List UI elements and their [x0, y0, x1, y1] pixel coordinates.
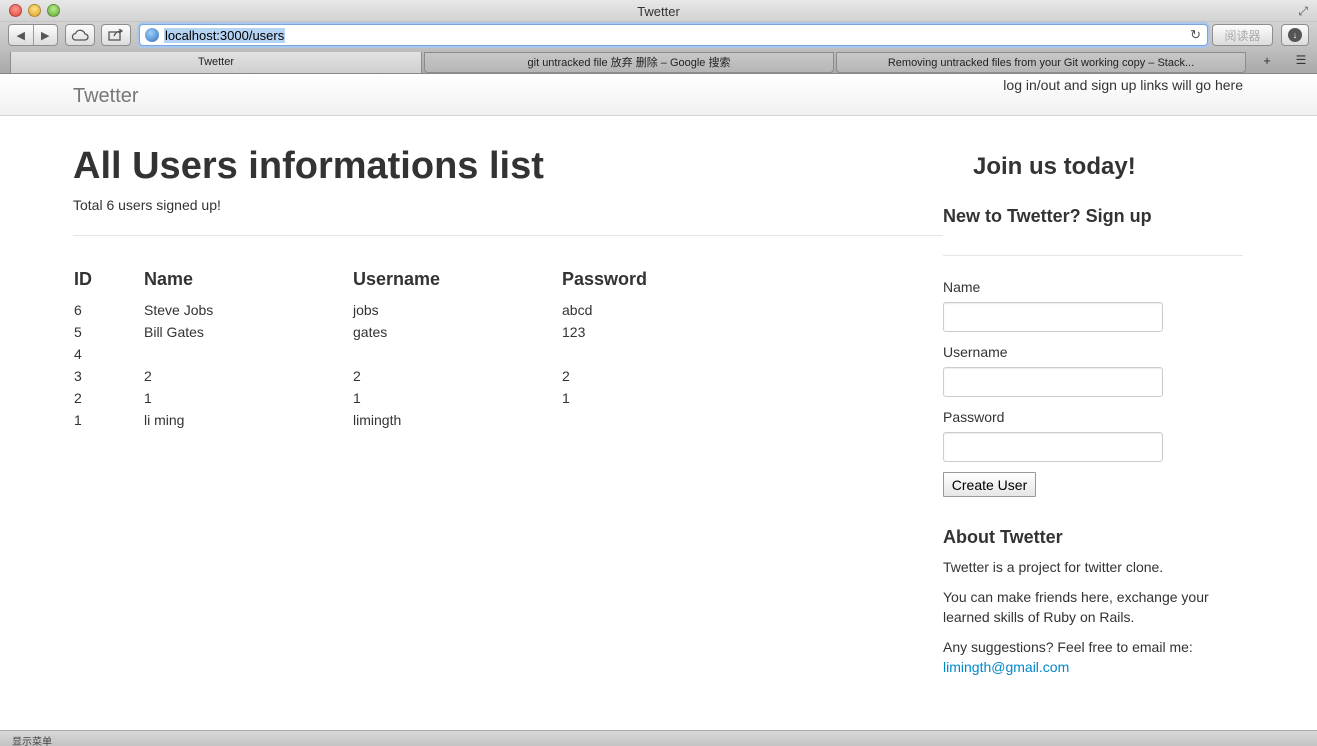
- column-header-name: Name: [144, 269, 194, 289]
- status-bar: 显示菜单: [0, 730, 1317, 746]
- column-header-id: ID: [74, 269, 92, 289]
- cell-id: 1: [74, 412, 82, 428]
- tab-list-icon[interactable]: ☰: [1288, 53, 1314, 72]
- reload-icon[interactable]: ↻: [1190, 27, 1201, 43]
- cloud-icon: [71, 29, 89, 41]
- share-button[interactable]: [101, 24, 131, 46]
- cell-password: abcd: [562, 302, 593, 318]
- cell-name: li ming: [144, 412, 185, 428]
- reader-button[interactable]: 阅读器: [1212, 24, 1273, 46]
- about-paragraph: You can make friends here, exchange your…: [943, 589, 1209, 625]
- cell-username: 2: [353, 368, 361, 384]
- browser-toolbar: ◀ ▶ localhost:3000/users ↻ 阅读器 ↓: [0, 22, 1317, 51]
- cell-id: 3: [74, 368, 82, 384]
- password-field[interactable]: [943, 432, 1163, 462]
- window-title: Twetter: [637, 4, 680, 19]
- tab-bar: Twetter git untracked file 放弃 删除 – Googl…: [0, 51, 1317, 74]
- new-tab-button[interactable]: +: [1254, 53, 1280, 72]
- url-text[interactable]: localhost:3000/users: [164, 28, 286, 43]
- download-icon: ↓: [1288, 28, 1302, 42]
- divider: [73, 235, 943, 236]
- nav-links-text: log in/out and sign up links will go her…: [1003, 77, 1243, 93]
- password-label: Password: [943, 409, 1005, 425]
- icloud-tabs-button[interactable]: [65, 24, 95, 46]
- cell-name: 2: [144, 368, 152, 384]
- brand-link[interactable]: Twetter: [73, 85, 139, 108]
- email-link[interactable]: limingth@gmail.com: [943, 659, 1069, 675]
- name-field[interactable]: [943, 302, 1163, 332]
- tab-stackoverflow[interactable]: Removing untracked files from your Git w…: [836, 52, 1246, 73]
- cell-id: 6: [74, 302, 82, 318]
- downloads-button[interactable]: ↓: [1281, 24, 1309, 46]
- total-users-text: Total 6 users signed up!: [73, 197, 221, 213]
- name-label: Name: [943, 279, 981, 295]
- create-user-button[interactable]: Create User: [943, 472, 1036, 497]
- email-container: limingth@gmail.com: [943, 657, 1243, 677]
- cell-password: 2: [562, 368, 570, 384]
- fullscreen-icon[interactable]: ⤢: [1298, 4, 1308, 19]
- divider: [943, 255, 1243, 256]
- window-titlebar: Twetter ⤢: [0, 0, 1317, 22]
- tab-twetter[interactable]: Twetter: [10, 52, 422, 73]
- cell-password: 123: [562, 324, 586, 340]
- cell-username: 1: [353, 390, 361, 406]
- cell-id: 4: [74, 346, 82, 362]
- cell-username: jobs: [353, 302, 379, 318]
- cell-id: 2: [74, 390, 82, 406]
- about-paragraph: Any suggestions? Feel free to email me:: [943, 639, 1193, 655]
- cell-username: limingth: [353, 412, 402, 428]
- forward-icon[interactable]: ▶: [34, 29, 58, 42]
- cell-name: Steve Jobs: [144, 302, 214, 318]
- page-title: All Users informations list: [73, 145, 544, 187]
- username-label: Username: [943, 344, 1008, 360]
- cell-username: gates: [353, 324, 388, 340]
- about-title: About Twetter: [943, 527, 1063, 547]
- about-paragraph: Twetter is a project for twitter clone.: [943, 559, 1164, 575]
- back-icon[interactable]: ◀: [9, 29, 33, 42]
- show-menu-text[interactable]: 显示菜单: [12, 733, 52, 746]
- cell-name: 1: [144, 390, 152, 406]
- signup-title: New to Twetter? Sign up: [943, 206, 1152, 226]
- column-header-username: Username: [353, 269, 441, 289]
- globe-icon: [145, 28, 159, 42]
- cell-name: Bill Gates: [144, 324, 204, 340]
- tab-google-search[interactable]: git untracked file 放弃 删除 – Google 搜索: [424, 52, 834, 73]
- site-navbar: Twetter log in/out and sign up links wil…: [0, 75, 1317, 116]
- share-icon: [108, 29, 124, 41]
- cell-id: 5: [74, 324, 82, 340]
- join-title: Join us today!: [973, 153, 1136, 180]
- username-field[interactable]: [943, 367, 1163, 397]
- back-forward-group: ◀ ▶: [8, 24, 58, 46]
- column-header-password: Password: [562, 269, 648, 289]
- cell-password: 1: [562, 390, 570, 406]
- address-bar[interactable]: localhost:3000/users ↻: [139, 24, 1208, 46]
